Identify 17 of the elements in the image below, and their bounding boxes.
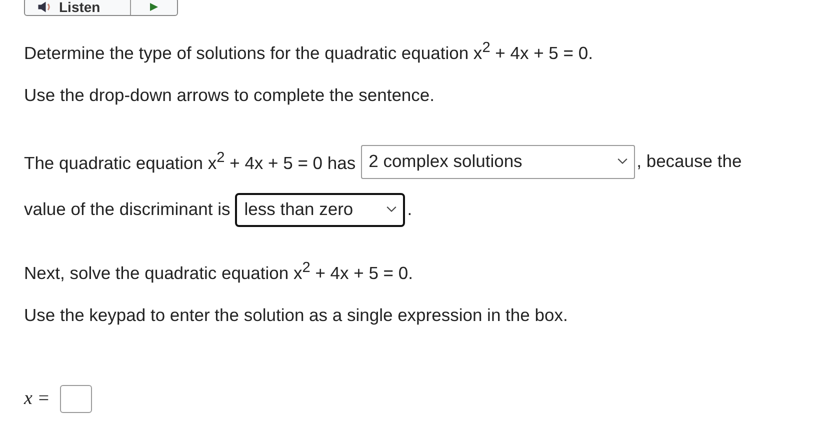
- sentence-text: .: [407, 199, 412, 220]
- sentence-text: , because the: [636, 151, 742, 172]
- instruction-text: Use the drop-down arrows to complete the sentence.: [24, 84, 436, 106]
- question-text: Determine the type of solutions for the quadratic equation x$^{2}$ + 4x + 5 = 0.: [24, 39, 594, 64]
- instruction-text: Use the keypad to enter the solution as a single expression in the box.: [24, 304, 569, 326]
- sentence-text: The quadratic equation x$^{2}$ + 4x + 5 = 0 has: [24, 150, 356, 174]
- chevron-icon: [386, 206, 398, 214]
- listen-button[interactable]: Listen: [25, 0, 131, 15]
- answer-box[interactable]: [60, 384, 92, 413]
- answer-dropdown[interactable]: less than zero: [235, 192, 406, 227]
- speaker-icon: [37, 1, 53, 13]
- play-icon: [149, 2, 159, 12]
- equation-label: x =: [24, 388, 50, 410]
- question-text: Next, solve the quadratic equation x$^{2}$ + 4x + 5 = 0.: [24, 258, 414, 284]
- sentence-text: value of the discriminant is: [24, 199, 230, 220]
- answer-dropdown[interactable]: 2 complex solutions: [360, 144, 635, 179]
- chevron-icon: [616, 158, 628, 166]
